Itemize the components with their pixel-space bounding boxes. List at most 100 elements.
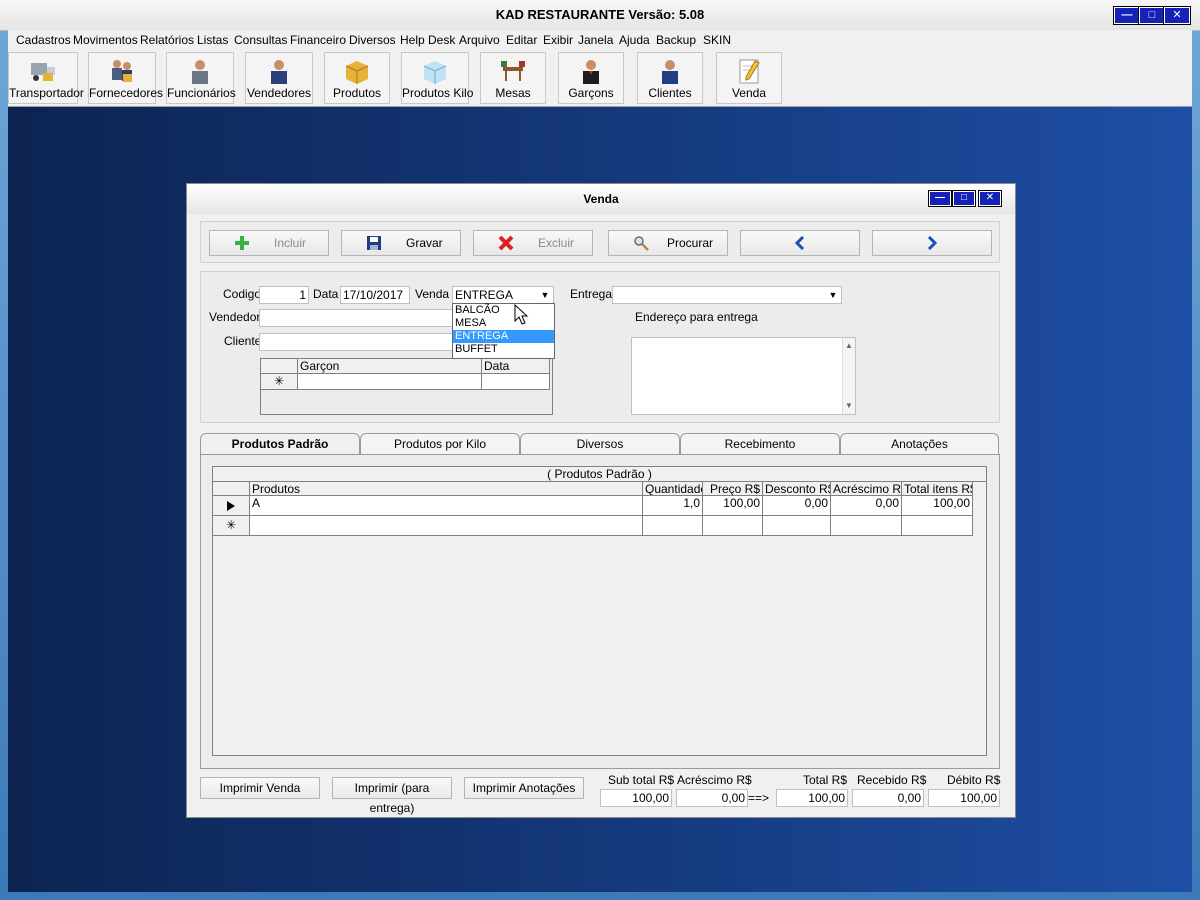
tab-anotacoes[interactable]: Anotações <box>840 433 999 454</box>
new-quantity-cell[interactable] <box>643 516 703 536</box>
menu-cadastros[interactable]: Cadastros <box>16 33 71 47</box>
maximize-button[interactable]: □ <box>1138 6 1166 25</box>
entrega-label: Entrega <box>570 287 613 301</box>
excluir-button[interactable]: Excluir <box>473 230 593 256</box>
toolbar-fornecedores-button[interactable]: Fornecedores <box>88 52 163 104</box>
discount-cell[interactable]: 0,00 <box>763 496 831 516</box>
endereco-textarea[interactable]: ▲ ▼ <box>631 337 856 415</box>
scroll-up-icon[interactable]: ▲ <box>845 338 853 354</box>
toolbar-produtos-button[interactable]: Produtos <box>324 52 390 104</box>
tab-strip: Produtos Padrão Produtos por Kilo Divers… <box>200 433 1000 455</box>
preco-column-header[interactable]: Preço R$ <box>703 482 763 496</box>
imprimir-anotacoes-button[interactable]: Imprimir Anotações <box>464 777 584 799</box>
endereco-scrollbar[interactable]: ▲ ▼ <box>842 338 855 414</box>
vendedor-label: Vendedor <box>209 310 261 324</box>
menu-backup[interactable]: Backup <box>656 33 696 47</box>
tab-recebimento[interactable]: Recebimento <box>680 433 840 454</box>
previous-record-button[interactable] <box>740 230 860 256</box>
venda-window: Venda — □ ✕ Incluir Gravar Excluir Procu… <box>186 183 1016 818</box>
venda-option-entrega[interactable]: ENTREGA <box>453 330 554 343</box>
debito-field: 100,00 <box>928 789 1000 807</box>
garcon-column-header[interactable]: Garçon <box>298 359 482 374</box>
new-surcharge-cell[interactable] <box>831 516 902 536</box>
acrescimo-label: Acréscimo R$ <box>677 773 752 787</box>
acrescimo-field[interactable]: 0,00 <box>676 789 748 807</box>
acrescimo-column-header[interactable]: Acréscimo R$ <box>831 482 902 496</box>
chevron-down-icon[interactable]: ▼ <box>538 288 552 302</box>
cliente-field[interactable] <box>259 333 455 351</box>
menu-movimentos[interactable]: Movimentos <box>73 33 138 47</box>
toolbar-venda-button[interactable]: Venda <box>716 52 782 104</box>
menu-skin[interactable]: SKIN <box>703 33 731 47</box>
toolbar-transportador-button[interactable]: Transportador <box>8 52 84 104</box>
action-bar: Incluir Gravar Excluir Procurar <box>200 221 1000 263</box>
venda-minimize-button[interactable]: — <box>928 190 952 207</box>
new-product-cell[interactable] <box>250 516 643 536</box>
entrega-select[interactable]: ▼ <box>612 286 842 304</box>
total-itens-column-header[interactable]: Total itens R$ <box>902 482 973 496</box>
product-name-cell[interactable]: A <box>250 496 643 516</box>
venda-option-mesa[interactable]: MESA <box>453 317 554 330</box>
toolbar-garcons-button[interactable]: Garçons <box>558 52 624 104</box>
venda-maximize-button[interactable]: □ <box>952 190 976 207</box>
excluir-label: Excluir <box>538 236 575 250</box>
tab-produtos-por-kilo[interactable]: Produtos por Kilo <box>360 433 520 454</box>
scroll-down-icon[interactable]: ▼ <box>845 398 853 414</box>
minimize-button[interactable]: — <box>1113 6 1141 25</box>
menu-consultas[interactable]: Consultas <box>234 33 287 47</box>
next-record-button[interactable] <box>872 230 992 256</box>
data-column-header[interactable]: Data <box>482 359 550 374</box>
surcharge-cell[interactable]: 0,00 <box>831 496 902 516</box>
chevron-down-icon[interactable]: ▼ <box>826 288 840 302</box>
quantidade-column-header[interactable]: Quantidade <box>643 482 703 496</box>
garcon-new-cell[interactable] <box>298 374 482 390</box>
venda-type-select[interactable]: ENTREGA ▼ <box>452 286 554 304</box>
employee-icon <box>192 60 208 84</box>
imprimir-entrega-button[interactable]: Imprimir (para entrega) <box>332 777 452 815</box>
toolbar-funcionarios-button[interactable]: Funcionários <box>166 52 236 104</box>
toolbar-produtos-kilo-button[interactable]: Produtos Kilo <box>401 52 473 104</box>
menu-listas[interactable]: Listas <box>197 33 228 47</box>
gravar-button[interactable]: Gravar <box>341 230 461 256</box>
menu-janela[interactable]: Janela <box>578 33 613 47</box>
menu-arquivo[interactable]: Arquivo <box>459 33 500 47</box>
menu-relatorios[interactable]: Relatórios <box>140 33 194 47</box>
incluir-button[interactable]: Incluir <box>209 230 329 256</box>
desconto-column-header[interactable]: Desconto R$ <box>763 482 831 496</box>
venda-option-buffet[interactable]: BUFFET <box>453 343 554 356</box>
codigo-field[interactable]: 1 <box>259 286 309 304</box>
produtos-column-header[interactable]: Produtos <box>250 482 643 496</box>
procurar-button[interactable]: Procurar <box>608 230 728 256</box>
new-discount-cell[interactable] <box>763 516 831 536</box>
vendedor-field[interactable] <box>259 309 455 327</box>
products-grid: ( Produtos Padrão ) Produtos Quantidade … <box>212 466 987 756</box>
scale-box-icon <box>423 61 447 84</box>
menu-help-desk[interactable]: Help Desk <box>400 33 455 47</box>
toolbar-label: Funcionários <box>167 86 236 100</box>
venda-option-balcao[interactable]: BALCÃO <box>453 304 554 317</box>
tab-diversos[interactable]: Diversos <box>520 433 680 454</box>
close-button[interactable]: ✕ <box>1163 6 1191 25</box>
data-field[interactable]: 17/10/2017 <box>340 286 410 304</box>
imprimir-venda-button[interactable]: Imprimir Venda <box>200 777 320 799</box>
data-new-cell[interactable] <box>482 374 550 390</box>
new-price-cell[interactable] <box>703 516 763 536</box>
tab-produtos-padrao[interactable]: Produtos Padrão <box>200 433 360 455</box>
item-total-cell[interactable]: 100,00 <box>902 496 973 516</box>
toolbar-vendedores-button[interactable]: Vendedores <box>245 52 313 104</box>
venda-close-button[interactable]: ✕ <box>978 190 1002 207</box>
menu-diversos[interactable]: Diversos <box>349 33 396 47</box>
quantity-cell[interactable]: 1,0 <box>643 496 703 516</box>
suppliers-icon <box>112 60 132 82</box>
new-item-total-cell[interactable] <box>902 516 973 536</box>
menu-financeiro[interactable]: Financeiro <box>290 33 346 47</box>
menu-exibir[interactable]: Exibir <box>543 33 573 47</box>
menu-editar[interactable]: Editar <box>506 33 537 47</box>
menu-ajuda[interactable]: Ajuda <box>619 33 650 47</box>
venda-type-dropdown-list: BALCÃO MESA ENTREGA BUFFET <box>452 303 555 359</box>
box-icon <box>345 61 369 84</box>
toolbar-mesas-button[interactable]: Mesas <box>480 52 546 104</box>
delete-x-icon <box>498 235 514 251</box>
price-cell[interactable]: 100,00 <box>703 496 763 516</box>
toolbar-clientes-button[interactable]: Clientes <box>637 52 703 104</box>
